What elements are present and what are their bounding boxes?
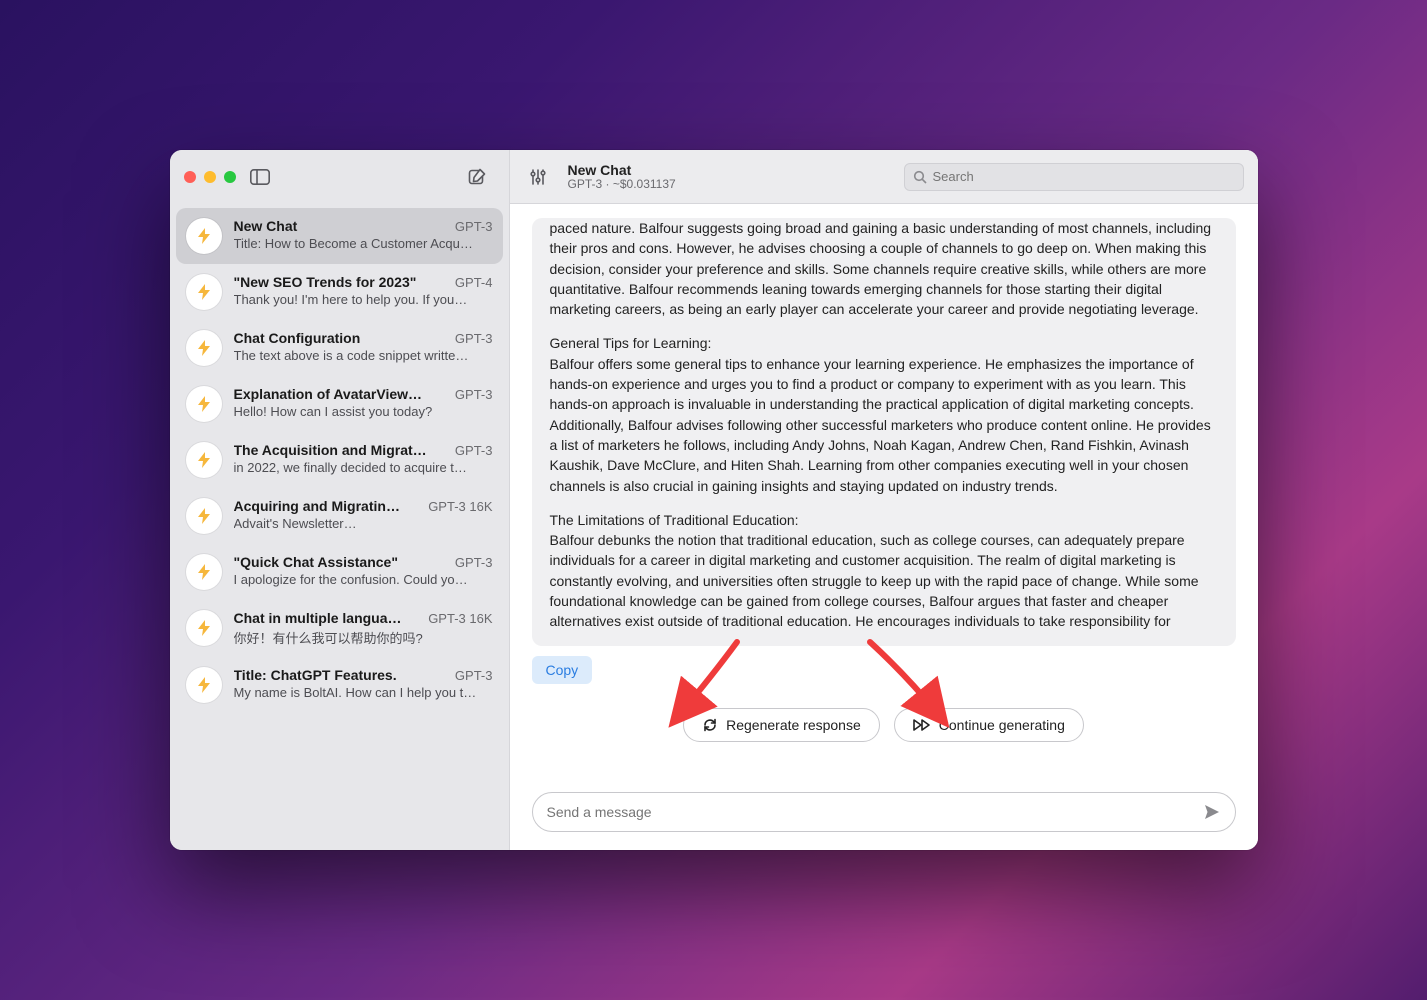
window-controls: [184, 171, 236, 183]
sidebar-chat-item[interactable]: "New SEO Trends for 2023" GPT-4 Thank you!…: [176, 264, 503, 320]
copy-button[interactable]: Copy: [532, 656, 593, 684]
composer[interactable]: [532, 792, 1236, 832]
header-title: New Chat: [568, 162, 676, 178]
regenerate-button[interactable]: Regenerate response: [683, 708, 880, 742]
sidebar-chat-item[interactable]: Explanation of AvatarView… GPT-3 Hello! Ho…: [176, 376, 503, 432]
continue-button[interactable]: Continue generating: [894, 708, 1084, 742]
continue-label: Continue generating: [939, 717, 1065, 733]
chat-item-title: "New SEO Trends for 2023": [234, 274, 447, 290]
chat-item-title: The Acquisition and Migrat…: [234, 442, 447, 458]
main-toolbar: New Chat GPT-3 · ~$0.031137: [510, 150, 1258, 204]
sidebar-toolbar: [170, 150, 509, 204]
chat-item-model: GPT-3: [455, 668, 493, 683]
chat-item-title: Chat in multiple langua…: [234, 610, 421, 626]
chat-item-preview: Hello! How can I assist you today?: [234, 404, 493, 419]
bolt-icon: [186, 610, 222, 646]
send-icon[interactable]: [1203, 803, 1221, 821]
chat-item-title: Title: ChatGPT Features.: [234, 667, 447, 683]
fast-forward-icon: [913, 718, 931, 732]
close-window-button[interactable]: [184, 171, 196, 183]
chat-item-model: GPT-4: [455, 275, 493, 290]
chat-item-preview: Advait's Newsletter…: [234, 516, 493, 531]
header-subtitle: GPT-3 · ~$0.031137: [568, 178, 676, 192]
sidebar-chat-item[interactable]: "Quick Chat Assistance" GPT-3 I apologize …: [176, 544, 503, 600]
sidebar-chat-item[interactable]: Chat in multiple langua… GPT-3 16K 你好！有什么我…: [176, 600, 503, 657]
chat-item-model: GPT-3: [455, 219, 493, 234]
chat-item-model: GPT-3: [455, 331, 493, 346]
sidebar-chat-item[interactable]: Chat Configuration GPT-3 The text above is…: [176, 320, 503, 376]
composer-row: [510, 782, 1258, 850]
minimize-window-button[interactable]: [204, 171, 216, 183]
bolt-icon: [186, 667, 222, 703]
bolt-icon: [186, 218, 222, 254]
app-window: New Chat GPT-3 Title: How to Become a Cust…: [170, 150, 1258, 850]
chat-item-preview: Thank you! I'm here to help you. If you…: [234, 292, 493, 307]
regenerate-label: Regenerate response: [726, 717, 861, 733]
chat-item-preview: I apologize for the confusion. Could yo…: [234, 572, 493, 587]
chat-item-title: Explanation of AvatarView…: [234, 386, 447, 402]
chat-item-title: New Chat: [234, 218, 447, 234]
assistant-message: paced nature. Balfour suggests going bro…: [532, 218, 1236, 646]
chat-item-preview: My name is BoltAI. How can I help you t…: [234, 685, 493, 700]
chat-item-title: Chat Configuration: [234, 330, 447, 346]
bolt-icon: [186, 274, 222, 310]
message-paragraph: paced nature. Balfour suggests going bro…: [550, 218, 1218, 319]
chat-item-preview: The text above is a code snippet writte…: [234, 348, 493, 363]
toggle-sidebar-button[interactable]: [246, 165, 274, 189]
chat-item-model: GPT-3 16K: [428, 611, 492, 626]
bolt-icon: [186, 386, 222, 422]
chat-item-model: GPT-3: [455, 387, 493, 402]
sidebar-chat-item[interactable]: New Chat GPT-3 Title: How to Become a Cust…: [176, 208, 503, 264]
bolt-icon: [186, 498, 222, 534]
chat-item-title: Acquiring and Migratin…: [234, 498, 421, 514]
bolt-icon: [186, 554, 222, 590]
settings-button[interactable]: [524, 165, 552, 189]
message-paragraph: The Limitations of Traditional Education…: [550, 510, 1218, 632]
message-input[interactable]: [547, 804, 1193, 820]
search-icon: [913, 170, 927, 184]
search-input[interactable]: [933, 169, 1235, 184]
sidebar-chat-item[interactable]: Acquiring and Migratin… GPT-3 16K Advait's…: [176, 488, 503, 544]
bolt-icon: [186, 330, 222, 366]
chat-item-model: GPT-3 16K: [428, 499, 492, 514]
message-scroll[interactable]: paced nature. Balfour suggests going bro…: [510, 204, 1258, 782]
new-chat-button[interactable]: [463, 165, 491, 189]
maximize-window-button[interactable]: [224, 171, 236, 183]
chat-item-title: "Quick Chat Assistance": [234, 554, 447, 570]
sidebar-chat-item[interactable]: Title: ChatGPT Features. GPT-3 My name is …: [176, 657, 503, 713]
bolt-icon: [186, 442, 222, 478]
message-paragraph: General Tips for Learning: Balfour offer…: [550, 333, 1218, 495]
header-titles: New Chat GPT-3 · ~$0.031137: [568, 162, 676, 192]
chat-item-preview: Title: How to Become a Customer Acqu…: [234, 236, 493, 251]
chat-item-preview: 你好！有什么我可以帮助你的吗?: [234, 628, 493, 647]
refresh-icon: [702, 717, 718, 733]
chat-item-preview: in 2022, we finally decided to acquire t…: [234, 460, 493, 475]
main-pane: New Chat GPT-3 · ~$0.031137 paced nature…: [510, 150, 1258, 850]
action-row: Regenerate response Continue generating: [532, 708, 1236, 742]
chat-item-model: GPT-3: [455, 555, 493, 570]
content-area: paced nature. Balfour suggests going bro…: [510, 204, 1258, 850]
chat-list[interactable]: New Chat GPT-3 Title: How to Become a Cust…: [170, 204, 509, 850]
sidebar: New Chat GPT-3 Title: How to Become a Cust…: [170, 150, 510, 850]
sidebar-chat-item[interactable]: The Acquisition and Migrat… GPT-3 in 2022,…: [176, 432, 503, 488]
chat-item-model: GPT-3: [455, 443, 493, 458]
search-field[interactable]: [904, 163, 1244, 191]
